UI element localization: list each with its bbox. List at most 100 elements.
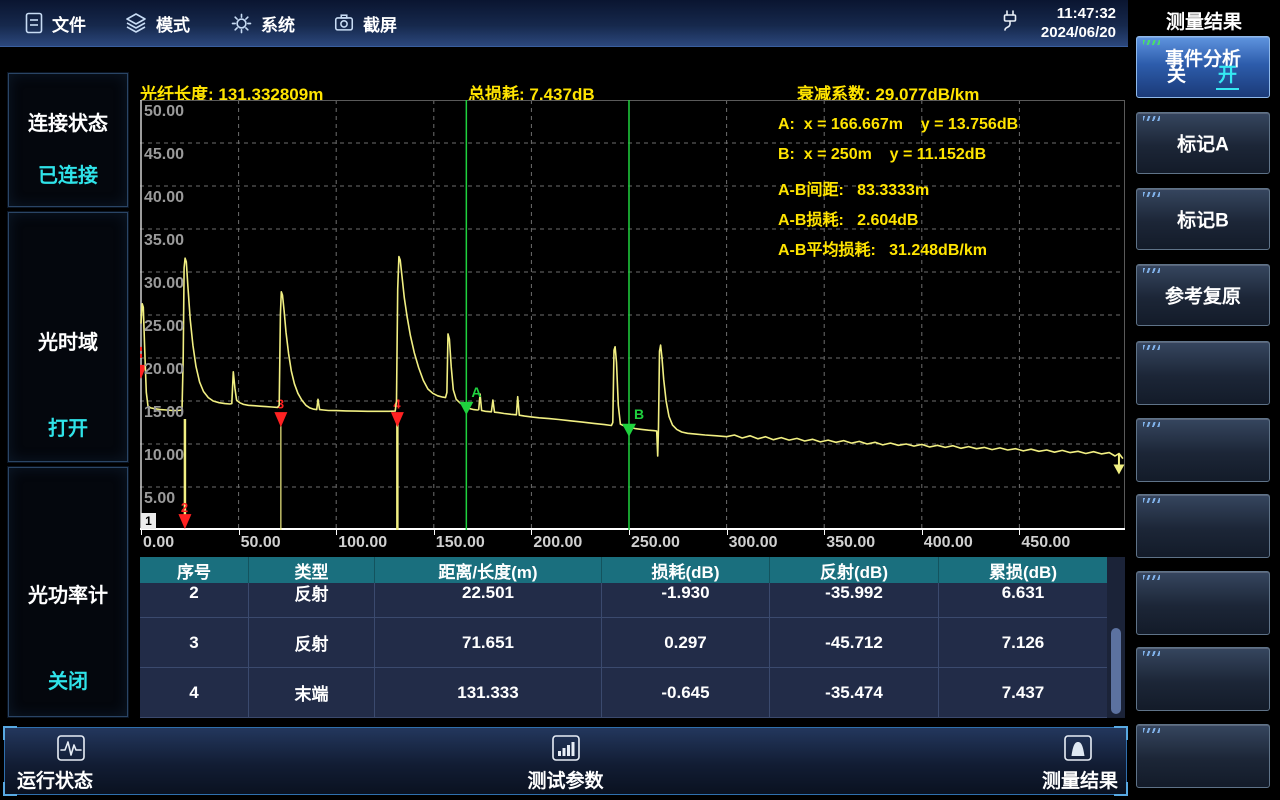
button-corner-marks xyxy=(1143,345,1160,350)
y-axis-tick-label: 20.00 xyxy=(144,361,184,379)
marker-a-button[interactable]: 标记A xyxy=(1136,112,1270,174)
reference-restore-button[interactable]: 参考复原 xyxy=(1136,264,1270,326)
panel-label: 光时域 xyxy=(9,326,127,355)
layers-icon xyxy=(124,11,148,35)
marker-b-button[interactable]: 标记B xyxy=(1136,188,1270,250)
button-corner-marks xyxy=(1143,422,1160,427)
table-row[interactable]: 4末端131.333-0.645-35.4747.437 xyxy=(140,668,1107,718)
x-axis-tick xyxy=(727,530,728,535)
y-axis-tick-label: 35.00 xyxy=(144,232,184,250)
sidebar-button-empty[interactable] xyxy=(1136,571,1270,635)
tab-label: 运行状态 xyxy=(17,766,93,793)
column-header: 类型 xyxy=(249,557,375,583)
otdr-app: 文件 模式 系统 xyxy=(0,0,1280,800)
event-analysis-toggle-button[interactable]: 事件分析 关 开 xyxy=(1136,36,1270,98)
sidebar-button-empty[interactable] xyxy=(1136,418,1270,482)
clock: 11:47:32 2024/06/20 xyxy=(1041,4,1116,42)
histogram-icon xyxy=(1062,734,1094,764)
x-axis-tick xyxy=(824,530,825,535)
menu-item-mode[interactable]: 模式 xyxy=(124,11,190,36)
svg-text:4: 4 xyxy=(393,397,401,412)
menu-item-screenshot[interactable]: 截屏 xyxy=(333,11,397,36)
x-axis-tick-label: 350.00 xyxy=(826,534,875,552)
sidebar-title: 测量结果 xyxy=(1128,7,1280,34)
trace-plot: 234AB xyxy=(140,100,1125,530)
svg-text:2: 2 xyxy=(181,500,188,515)
usb-plug-icon xyxy=(999,8,1021,39)
column-header: 累损(dB) xyxy=(939,557,1107,583)
menu-item-file[interactable]: 文件 xyxy=(24,11,86,36)
column-header: 距离/长度(m) xyxy=(375,557,602,583)
x-axis-tick xyxy=(922,530,923,535)
gear-icon xyxy=(230,12,253,35)
table-scrollbar-thumb[interactable] xyxy=(1111,628,1121,714)
y-axis-tick-label: 50.00 xyxy=(144,103,184,121)
button-corner-marks xyxy=(1143,498,1160,503)
panel-label: 光功率计 xyxy=(9,579,127,608)
x-axis-tick xyxy=(141,530,142,535)
x-axis-tick-label: 50.00 xyxy=(241,534,281,552)
x-axis-tick xyxy=(239,530,240,535)
menu-item-label: 文件 xyxy=(52,11,86,36)
tab-test-parameters[interactable]: 测试参数 xyxy=(527,734,603,793)
table-cell: 131.333 xyxy=(375,668,602,717)
table-cell: 末端 xyxy=(249,668,375,717)
y-axis-tick-label: 30.00 xyxy=(144,275,184,293)
table-row[interactable]: 2反射22.501-1.930-35.9926.631 xyxy=(140,583,1107,618)
ab-average-loss-readout: A-B平均损耗: 31.248dB/km xyxy=(778,236,987,260)
camera-icon xyxy=(333,12,355,34)
sidebar-button-empty[interactable] xyxy=(1136,494,1270,558)
bar-chart-icon xyxy=(549,734,581,764)
power-meter-panel[interactable]: 光功率计 关闭 xyxy=(8,467,128,717)
panel-value: 关闭 xyxy=(9,665,127,694)
column-header: 反射(dB) xyxy=(770,557,939,583)
ab-loss-readout: A-B损耗: 2.604dB xyxy=(778,206,918,230)
button-label: 标记B xyxy=(1137,206,1269,233)
table-cell: -45.712 xyxy=(770,618,939,667)
table-cell: -1.930 xyxy=(602,583,770,617)
column-header: 序号 xyxy=(140,557,249,583)
sidebar-button-empty[interactable] xyxy=(1136,647,1270,711)
tab-running-status[interactable]: 运行状态 xyxy=(17,734,93,793)
panel-label: 连接状态 xyxy=(9,107,127,136)
table-cell: 6.631 xyxy=(939,583,1107,617)
sidebar-button-empty[interactable] xyxy=(1136,724,1270,788)
trace-number-badge: 1 xyxy=(141,513,156,529)
table-cell: 4 xyxy=(140,668,249,717)
table-cell: -0.645 xyxy=(602,668,770,717)
corner-accent xyxy=(3,782,17,796)
button-corner-marks xyxy=(1143,116,1160,121)
toggle-on-option[interactable]: 开 xyxy=(1216,60,1239,90)
corner-accent xyxy=(3,726,17,740)
table-cell: 0.297 xyxy=(602,618,770,667)
panel-value: 已连接 xyxy=(9,159,127,188)
x-axis-tick xyxy=(434,530,435,535)
table-cell: 22.501 xyxy=(375,583,602,617)
table-scrollbar-track[interactable] xyxy=(1107,557,1125,718)
menu-item-system[interactable]: 系统 xyxy=(230,11,295,36)
x-axis-tick xyxy=(531,530,532,535)
toggle-off-option[interactable]: 关 xyxy=(1167,60,1186,90)
table-cell: 71.651 xyxy=(375,618,602,667)
svg-text:B: B xyxy=(634,406,644,422)
table-cell: -35.992 xyxy=(770,583,939,617)
table-row[interactable]: 3反射71.6510.297-45.7127.126 xyxy=(140,618,1107,668)
events-table-header: 序号 类型 距离/长度(m) 损耗(dB) 反射(dB) 累损(dB) xyxy=(140,557,1107,583)
otdr-module-panel[interactable]: 光时域 打开 xyxy=(8,212,128,462)
x-axis-tick-label: 300.00 xyxy=(729,534,778,552)
connection-status-panel[interactable]: 连接状态 已连接 xyxy=(8,73,128,207)
x-axis-tick-label: 450.00 xyxy=(1021,534,1070,552)
y-axis-tick-label: 15.00 xyxy=(144,404,184,422)
sidebar-button-empty[interactable] xyxy=(1136,341,1270,405)
top-menu-bar: 文件 模式 系统 xyxy=(0,0,1128,47)
otdr-trace-chart[interactable]: 234AB A: x = 166.667m y = 13.756dB B: x … xyxy=(140,100,1125,530)
x-axis-tick xyxy=(1019,530,1020,535)
y-axis-tick-label: 40.00 xyxy=(144,189,184,207)
x-axis-tick-label: 150.00 xyxy=(436,534,485,552)
tab-label: 测量结果 xyxy=(1042,766,1118,793)
tab-measurement-results[interactable]: 测量结果 xyxy=(1042,734,1118,793)
events-table-body: 2反射22.501-1.930-35.9926.6313反射71.6510.29… xyxy=(140,583,1107,718)
y-axis-tick-label: 5.00 xyxy=(144,490,175,508)
events-table: 序号 类型 距离/长度(m) 损耗(dB) 反射(dB) 累损(dB) 2反射2… xyxy=(140,557,1125,718)
button-corner-marks xyxy=(1143,268,1160,273)
